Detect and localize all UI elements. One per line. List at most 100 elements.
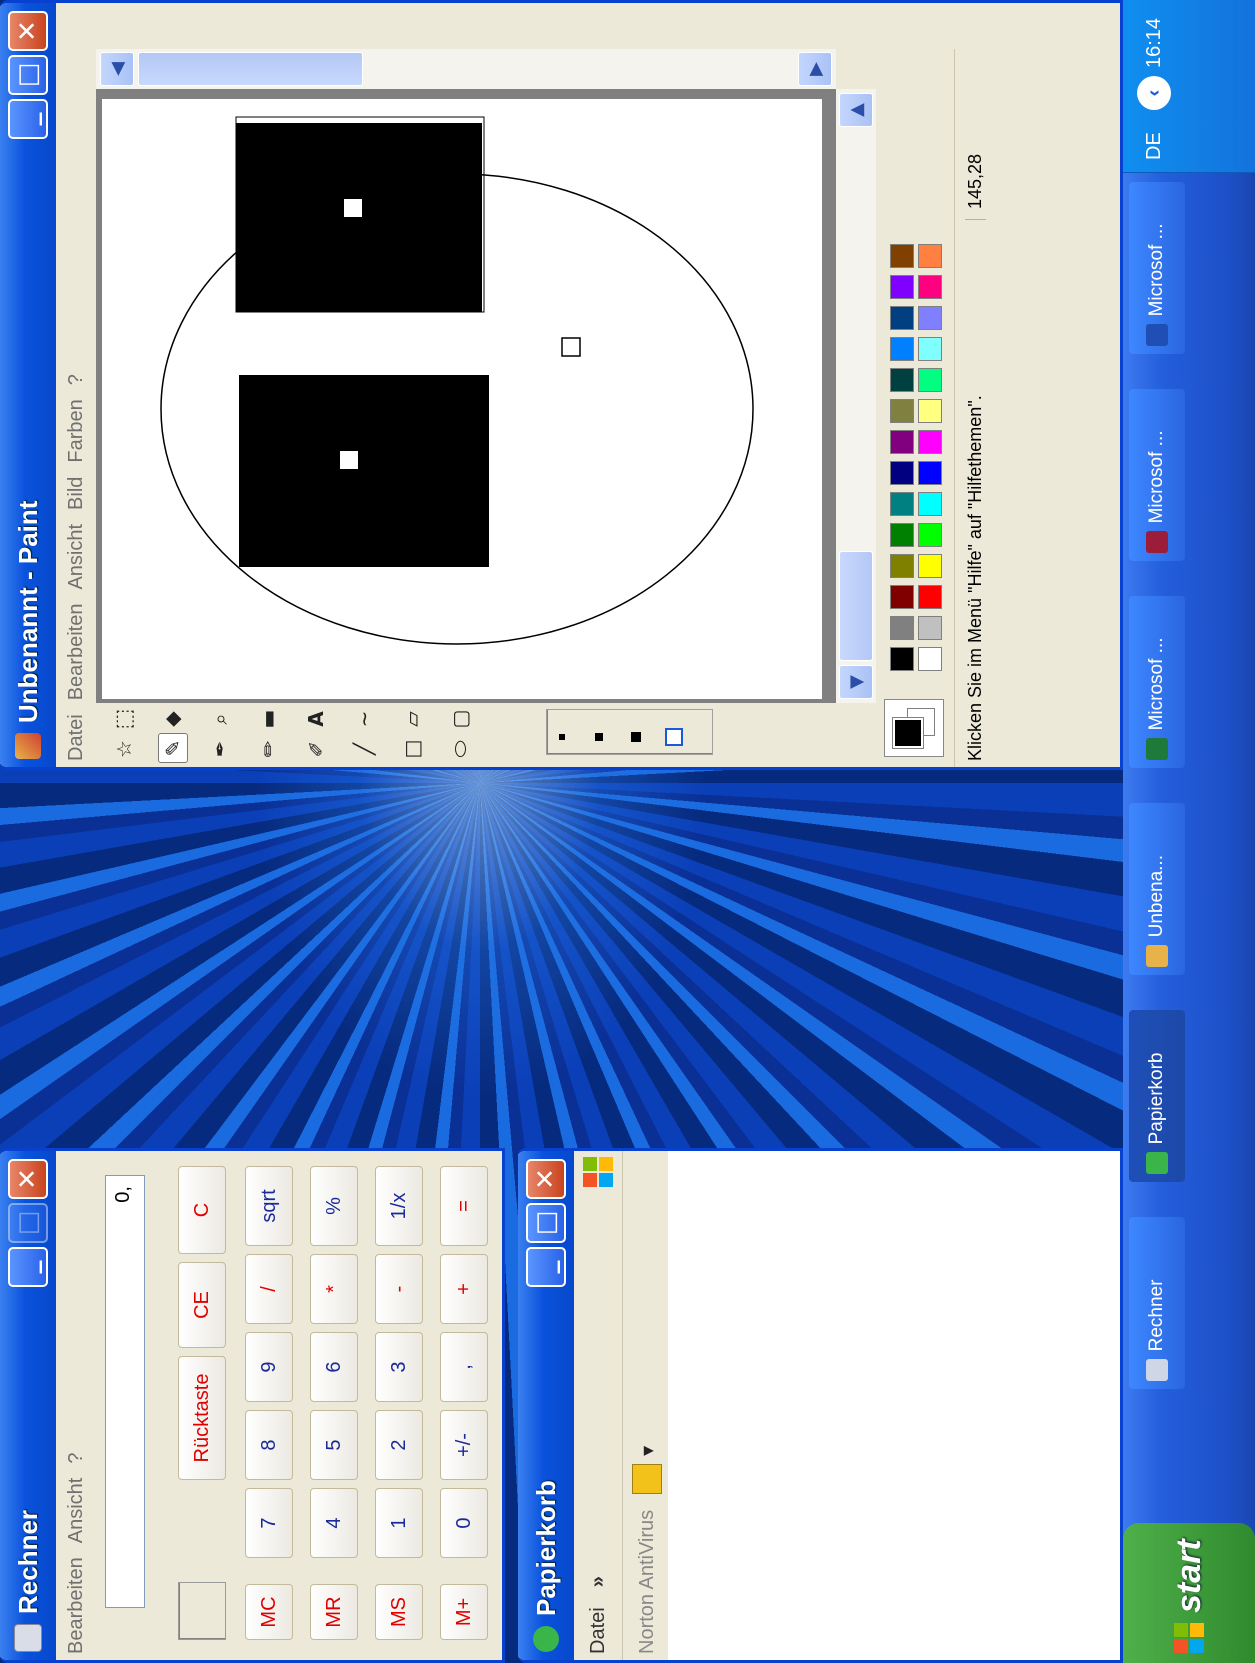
- key-6[interactable]: 6: [310, 1332, 358, 1402]
- scroll-down-button[interactable]: ▼: [839, 665, 873, 699]
- start-button[interactable]: start: [1123, 1523, 1255, 1663]
- color-swatch[interactable]: [890, 554, 914, 578]
- size-2-icon[interactable]: [595, 733, 603, 741]
- color-swatch[interactable]: [918, 430, 942, 454]
- color-swatch[interactable]: [890, 523, 914, 547]
- rounded-rectangle-icon[interactable]: ▢: [446, 705, 474, 733]
- eraser-icon[interactable]: ✎: [158, 733, 188, 763]
- scroll-right-button[interactable]: ▶: [798, 52, 832, 86]
- key-reciprocal[interactable]: 1/x: [375, 1166, 423, 1246]
- scroll-thumb[interactable]: [839, 551, 873, 661]
- menu-farben[interactable]: Farben: [65, 399, 88, 462]
- menu-help[interactable]: ?: [65, 1453, 88, 1464]
- norton-icon[interactable]: [632, 1463, 662, 1494]
- taskbar-button-1[interactable]: Papierkorb: [1129, 1009, 1185, 1183]
- ce-button[interactable]: CE: [178, 1262, 226, 1348]
- close-button[interactable]: ✕: [8, 11, 48, 51]
- color-swatch[interactable]: [918, 492, 942, 516]
- polygon-icon[interactable]: ▱: [398, 705, 426, 733]
- key-0[interactable]: 0: [440, 1488, 488, 1558]
- menu-bild[interactable]: Bild: [65, 477, 88, 510]
- calculator-titlebar[interactable]: Rechner _ □ ✕: [0, 1151, 56, 1660]
- horizontal-scrollbar[interactable]: ▼ ▲: [836, 89, 876, 703]
- recycle-bin-content[interactable]: [668, 1151, 1120, 1660]
- color-swatch[interactable]: [918, 244, 942, 268]
- language-indicator[interactable]: DE: [1143, 132, 1166, 160]
- clock[interactable]: 16:14: [1143, 18, 1166, 68]
- scroll-up-button[interactable]: ▲: [839, 93, 873, 127]
- color-swatch[interactable]: [890, 647, 914, 671]
- recycle-bin-titlebar[interactable]: Papierkorb _ □ ✕: [518, 1151, 574, 1660]
- current-colors[interactable]: [884, 699, 944, 757]
- key-divide[interactable]: /: [245, 1254, 293, 1324]
- memory-store-button[interactable]: MS: [375, 1584, 423, 1640]
- key-4[interactable]: 4: [310, 1488, 358, 1558]
- minimize-button[interactable]: _: [8, 1247, 48, 1287]
- key-sqrt[interactable]: sqrt: [245, 1166, 293, 1246]
- color-swatch[interactable]: [890, 430, 914, 454]
- drawing-canvas[interactable]: [102, 99, 822, 699]
- size-3-icon[interactable]: [631, 732, 641, 742]
- taskbar-button-5[interactable]: Microsof ...: [1129, 181, 1185, 355]
- minimize-button[interactable]: _: [526, 1247, 566, 1287]
- size-4-icon[interactable]: [665, 728, 683, 746]
- color-swatch[interactable]: [918, 306, 942, 330]
- color-swatch[interactable]: [890, 337, 914, 361]
- key-percent[interactable]: %: [310, 1166, 358, 1246]
- menu-ansicht[interactable]: Ansicht: [65, 524, 88, 590]
- scroll-thumb[interactable]: [138, 52, 363, 86]
- color-swatch[interactable]: [918, 523, 942, 547]
- menu-datei[interactable]: Datei: [65, 714, 88, 761]
- close-button[interactable]: ✕: [8, 1159, 48, 1199]
- key-9[interactable]: 9: [245, 1332, 293, 1402]
- color-swatch[interactable]: [890, 461, 914, 485]
- key-subtract[interactable]: -: [375, 1254, 423, 1324]
- scroll-left-button[interactable]: ◀: [100, 52, 134, 86]
- norton-antivirus-button[interactable]: Norton AntiVirus: [636, 1510, 659, 1654]
- taskbar-button-4[interactable]: Microsof ...: [1129, 388, 1185, 562]
- color-swatch[interactable]: [918, 399, 942, 423]
- taskbar-button-0[interactable]: Rechner: [1129, 1216, 1185, 1390]
- color-swatch[interactable]: [890, 399, 914, 423]
- dropdown-arrow-icon[interactable]: ▾: [635, 1446, 660, 1456]
- color-swatch[interactable]: [890, 275, 914, 299]
- key-equals[interactable]: =: [440, 1166, 488, 1246]
- menu-help[interactable]: ?: [65, 374, 88, 385]
- line-icon[interactable]: ╱: [350, 735, 378, 763]
- color-swatch[interactable]: [890, 585, 914, 609]
- menu-ansicht[interactable]: Ansicht: [65, 1478, 88, 1544]
- vertical-scrollbar[interactable]: ◀ ▶: [96, 49, 836, 89]
- color-swatch[interactable]: [890, 244, 914, 268]
- c-button[interactable]: C: [178, 1166, 226, 1254]
- color-swatch[interactable]: [890, 368, 914, 392]
- maximize-button[interactable]: □: [526, 1203, 566, 1243]
- memory-clear-button[interactable]: MC: [245, 1584, 293, 1640]
- color-swatch[interactable]: [918, 647, 942, 671]
- ellipse-icon[interactable]: ⬭: [446, 735, 474, 763]
- curve-icon[interactable]: ∼: [350, 705, 378, 733]
- taskbar-button-2[interactable]: Unbena...: [1129, 802, 1185, 976]
- menu-bearbeiten[interactable]: Bearbeiten: [65, 1557, 88, 1654]
- tray-expand-icon[interactable]: ‹: [1137, 76, 1171, 110]
- color-swatch[interactable]: [918, 461, 942, 485]
- key-3[interactable]: 3: [375, 1332, 423, 1402]
- color-swatch[interactable]: [918, 616, 942, 640]
- magnifier-icon[interactable]: ⌕: [206, 705, 234, 733]
- airbrush-icon[interactable]: ✐: [302, 735, 330, 763]
- key-8[interactable]: 8: [245, 1410, 293, 1480]
- key-5[interactable]: 5: [310, 1410, 358, 1480]
- color-swatch[interactable]: [918, 337, 942, 361]
- menu-chevron-icon[interactable]: »: [587, 1576, 610, 1587]
- maximize-button[interactable]: □: [8, 55, 48, 95]
- rectangle-icon[interactable]: □: [398, 735, 426, 763]
- key-1[interactable]: 1: [375, 1488, 423, 1558]
- color-swatch[interactable]: [890, 306, 914, 330]
- text-icon[interactable]: A: [302, 705, 330, 733]
- menu-bearbeiten[interactable]: Bearbeiten: [65, 604, 88, 701]
- free-select-icon[interactable]: ☆: [110, 735, 138, 763]
- fill-icon[interactable]: ◆: [158, 705, 186, 733]
- color-swatch[interactable]: [918, 368, 942, 392]
- color-picker-icon[interactable]: ✒: [206, 735, 234, 763]
- memory-add-button[interactable]: M+: [440, 1584, 488, 1640]
- close-button[interactable]: ✕: [526, 1159, 566, 1199]
